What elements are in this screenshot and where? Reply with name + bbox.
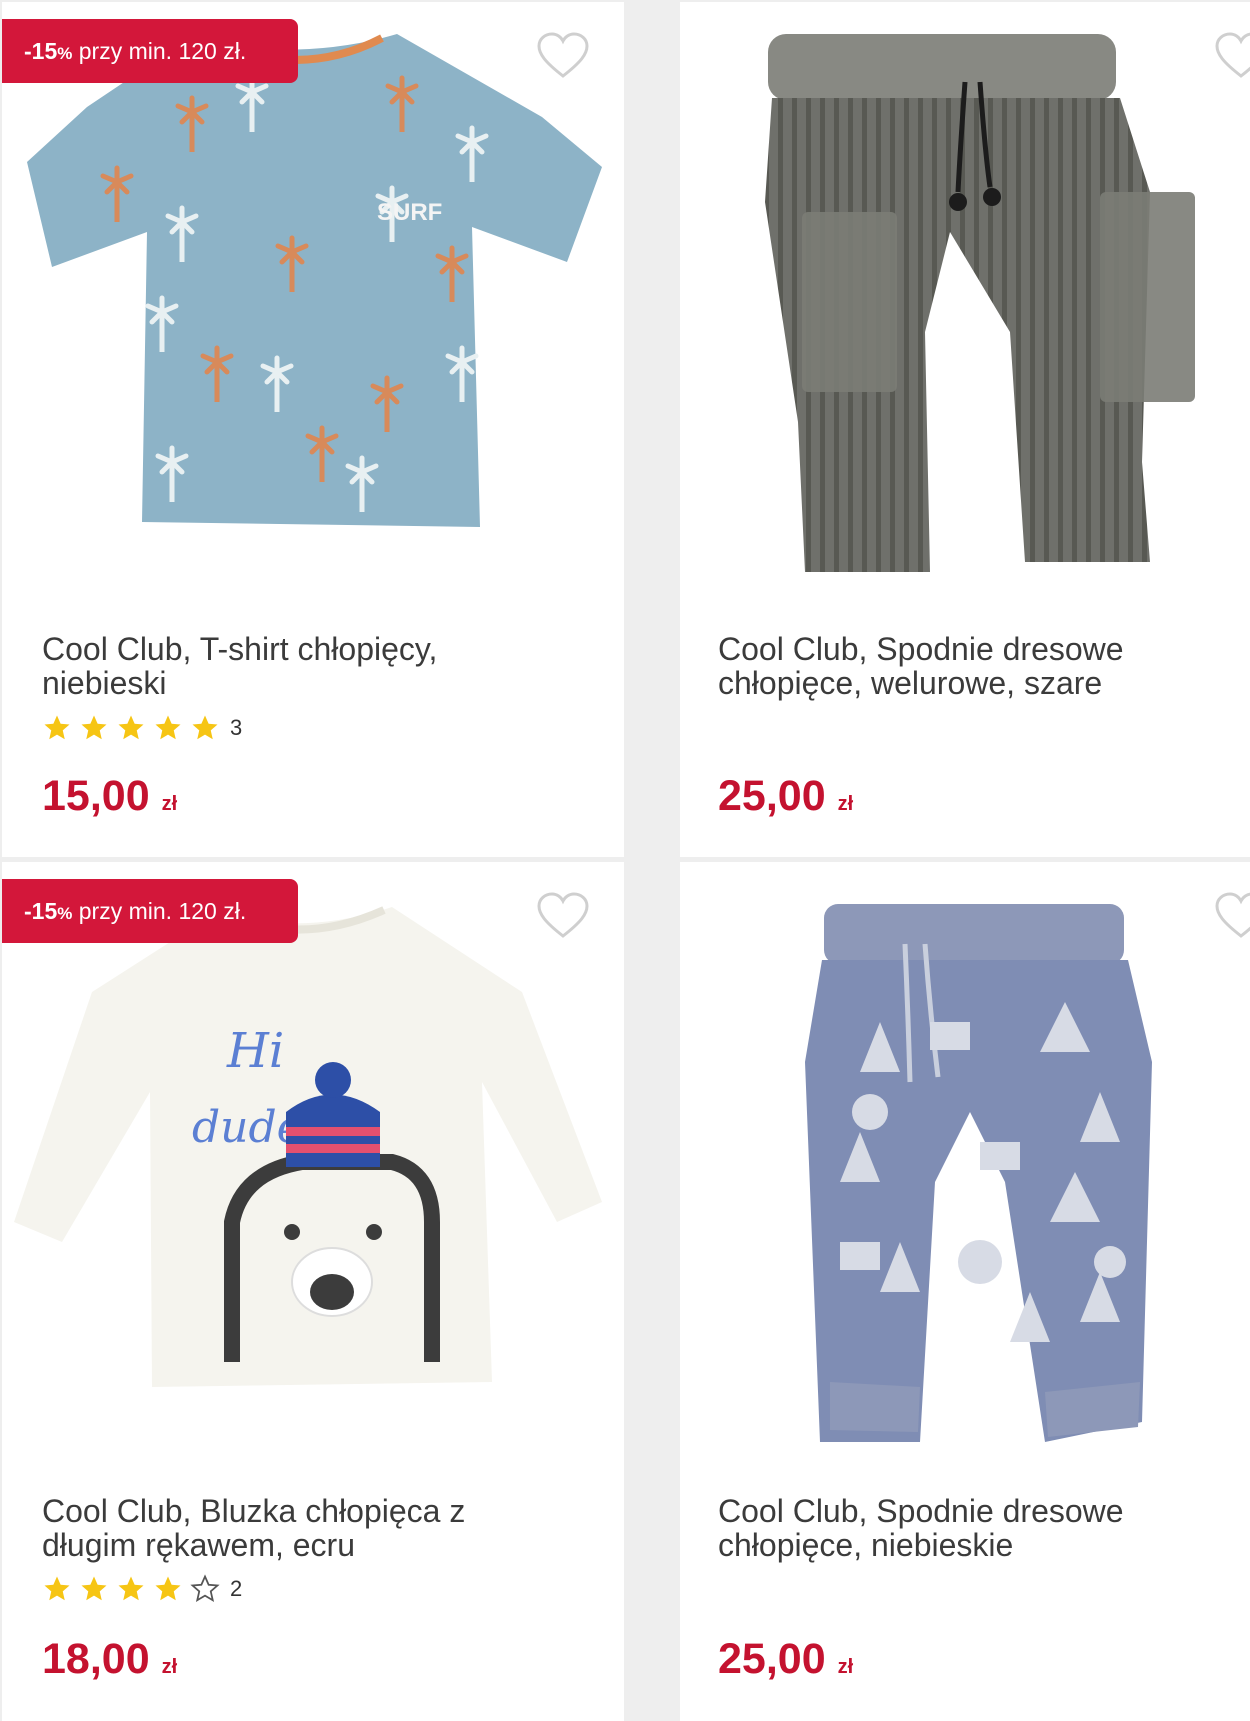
svg-text:Hi: Hi [226,1023,284,1079]
product-title[interactable]: Cool Club, T-shirt chłopięcy, niebieski [42,632,602,700]
price: 25,00 zł [718,772,854,820]
rating-count: 2 [230,1576,243,1601]
svg-text:SURF: SURF [377,199,442,226]
promo-text: przy min. 120 zł. [78,37,247,64]
star-empty-icon [190,1574,220,1603]
star-icon [81,715,107,740]
product-title[interactable]: Cool Club, Bluzka chłopięca z długim ręk… [42,1494,602,1562]
price: 15,00 zł [42,772,178,820]
product-title[interactable]: Cool Club, Spodnie dresowe chłopięce, we… [718,632,1250,700]
product-title[interactable]: Cool Club, Spodnie dresowe chłopięce, ni… [718,1494,1250,1562]
star-icon [192,715,218,740]
star-icon [44,1576,70,1601]
star-icon [81,1576,107,1601]
product-image-corduroy-pants[interactable] [680,2,1250,602]
product-image-tshirt[interactable]: SURF [2,2,624,562]
product-card[interactable]: SURF -15% przy min. 120 zł. Cool Club, T… [2,2,624,857]
star-icon [155,715,181,740]
product-card[interactable]: Cool Club, Spodnie dresowe chłopięce, ni… [680,862,1250,1721]
price: 25,00 zł [718,1635,854,1683]
price: 18,00 zł [42,1635,178,1683]
product-image-longsleeve[interactable]: Hi dude! [2,862,624,1422]
product-card[interactable]: Hi dude! -15% przy min. 120 zł. Cool Clu… [2,862,624,1721]
rating: 3 [42,713,242,743]
star-icon [118,715,144,740]
star-icon [44,715,70,740]
rating: 2 [42,1574,242,1604]
heart-icon[interactable] [1215,32,1250,80]
product-image-sweatpants[interactable] [680,862,1250,1472]
heart-icon[interactable] [537,32,589,80]
promo-badge: -15% przy min. 120 zł. [2,879,298,943]
promo-percent: -15% [24,37,73,64]
star-icon [118,1576,144,1601]
promo-text: przy min. 120 zł. [78,897,247,924]
heart-icon[interactable] [537,892,589,940]
promo-badge: -15% przy min. 120 zł. [2,19,298,83]
promo-percent: -15% [24,897,73,924]
rating-count: 3 [230,715,243,740]
heart-icon[interactable] [1215,892,1250,940]
product-card[interactable]: Cool Club, Spodnie dresowe chłopięce, we… [680,2,1250,857]
star-icon [155,1576,181,1601]
